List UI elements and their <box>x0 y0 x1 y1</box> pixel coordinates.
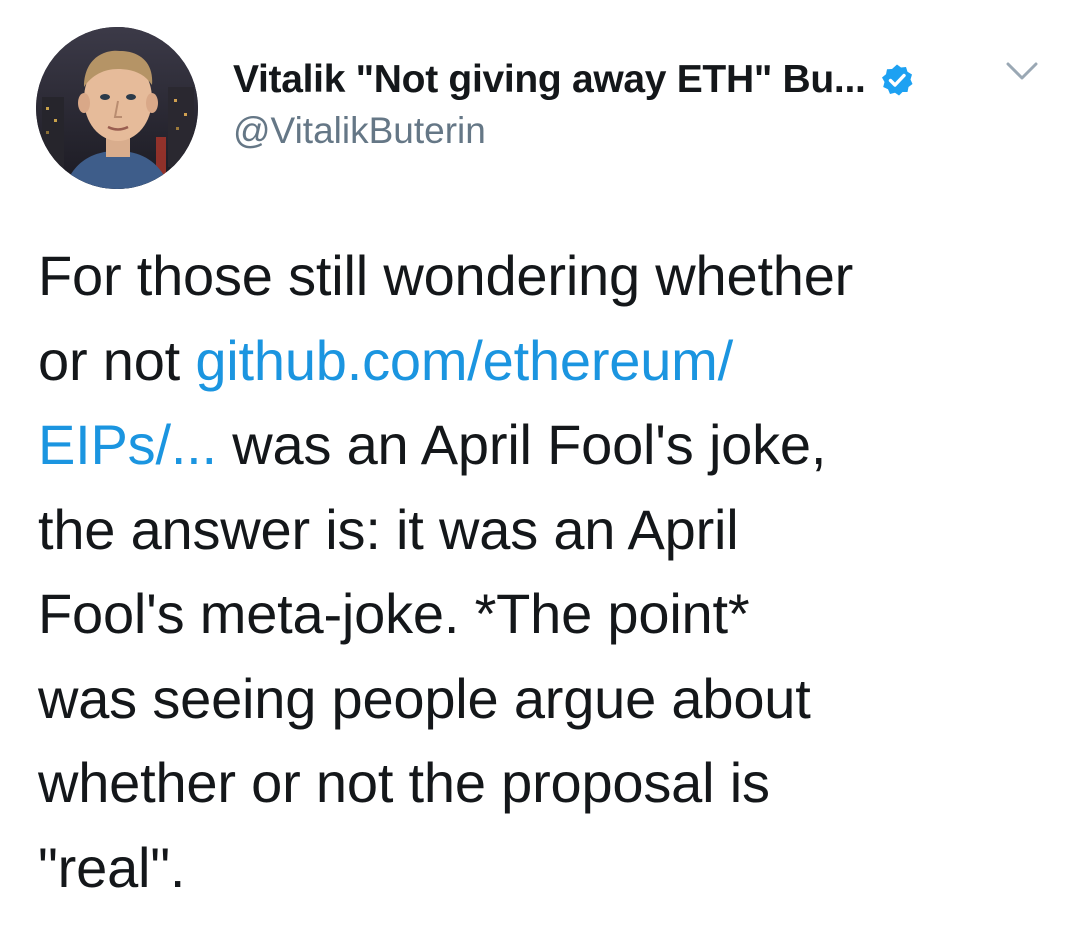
tweet-line: was seeing people argue about <box>38 666 811 730</box>
verified-badge-icon <box>880 63 914 97</box>
tweet-line: or not github.com/ethereum/ <box>38 319 1048 404</box>
avatar[interactable] <box>36 27 198 189</box>
tweet-text-segment: or not <box>38 328 196 392</box>
chevron-down-icon[interactable] <box>1005 58 1039 86</box>
tweet-text-segment: was an April Fool's joke, <box>232 413 827 476</box>
tweet-line: the answer is: it was an April <box>38 497 739 561</box>
tweet-line: Fool's meta-joke. *The point* <box>38 582 750 645</box>
tweet-text: For those still wondering whether or not… <box>38 234 1048 910</box>
tweet-line: For those still wondering whether <box>38 244 854 307</box>
tweet-line: whether or not the proposal is <box>38 751 770 814</box>
user-handle[interactable]: @VitalikButerin <box>233 110 1053 152</box>
tweet-link[interactable]: github.com/ethereum/ <box>195 329 733 392</box>
name-row: Vitalik "Not giving away ETH" Bu... <box>233 52 1053 108</box>
display-name[interactable]: Vitalik "Not giving away ETH" Bu... <box>233 58 866 102</box>
tweet-link-continued[interactable]: EIPs/... <box>38 413 217 476</box>
tweet-header: Vitalik "Not giving away ETH" Bu... @Vit… <box>233 52 1053 152</box>
tweet-line: "real". <box>38 835 186 899</box>
avatar-image <box>36 27 198 189</box>
tweet-line: EIPs/... was an April Fool's joke, <box>38 403 1048 488</box>
tweet-card: Vitalik "Not giving away ETH" Bu... @Vit… <box>0 0 1080 941</box>
